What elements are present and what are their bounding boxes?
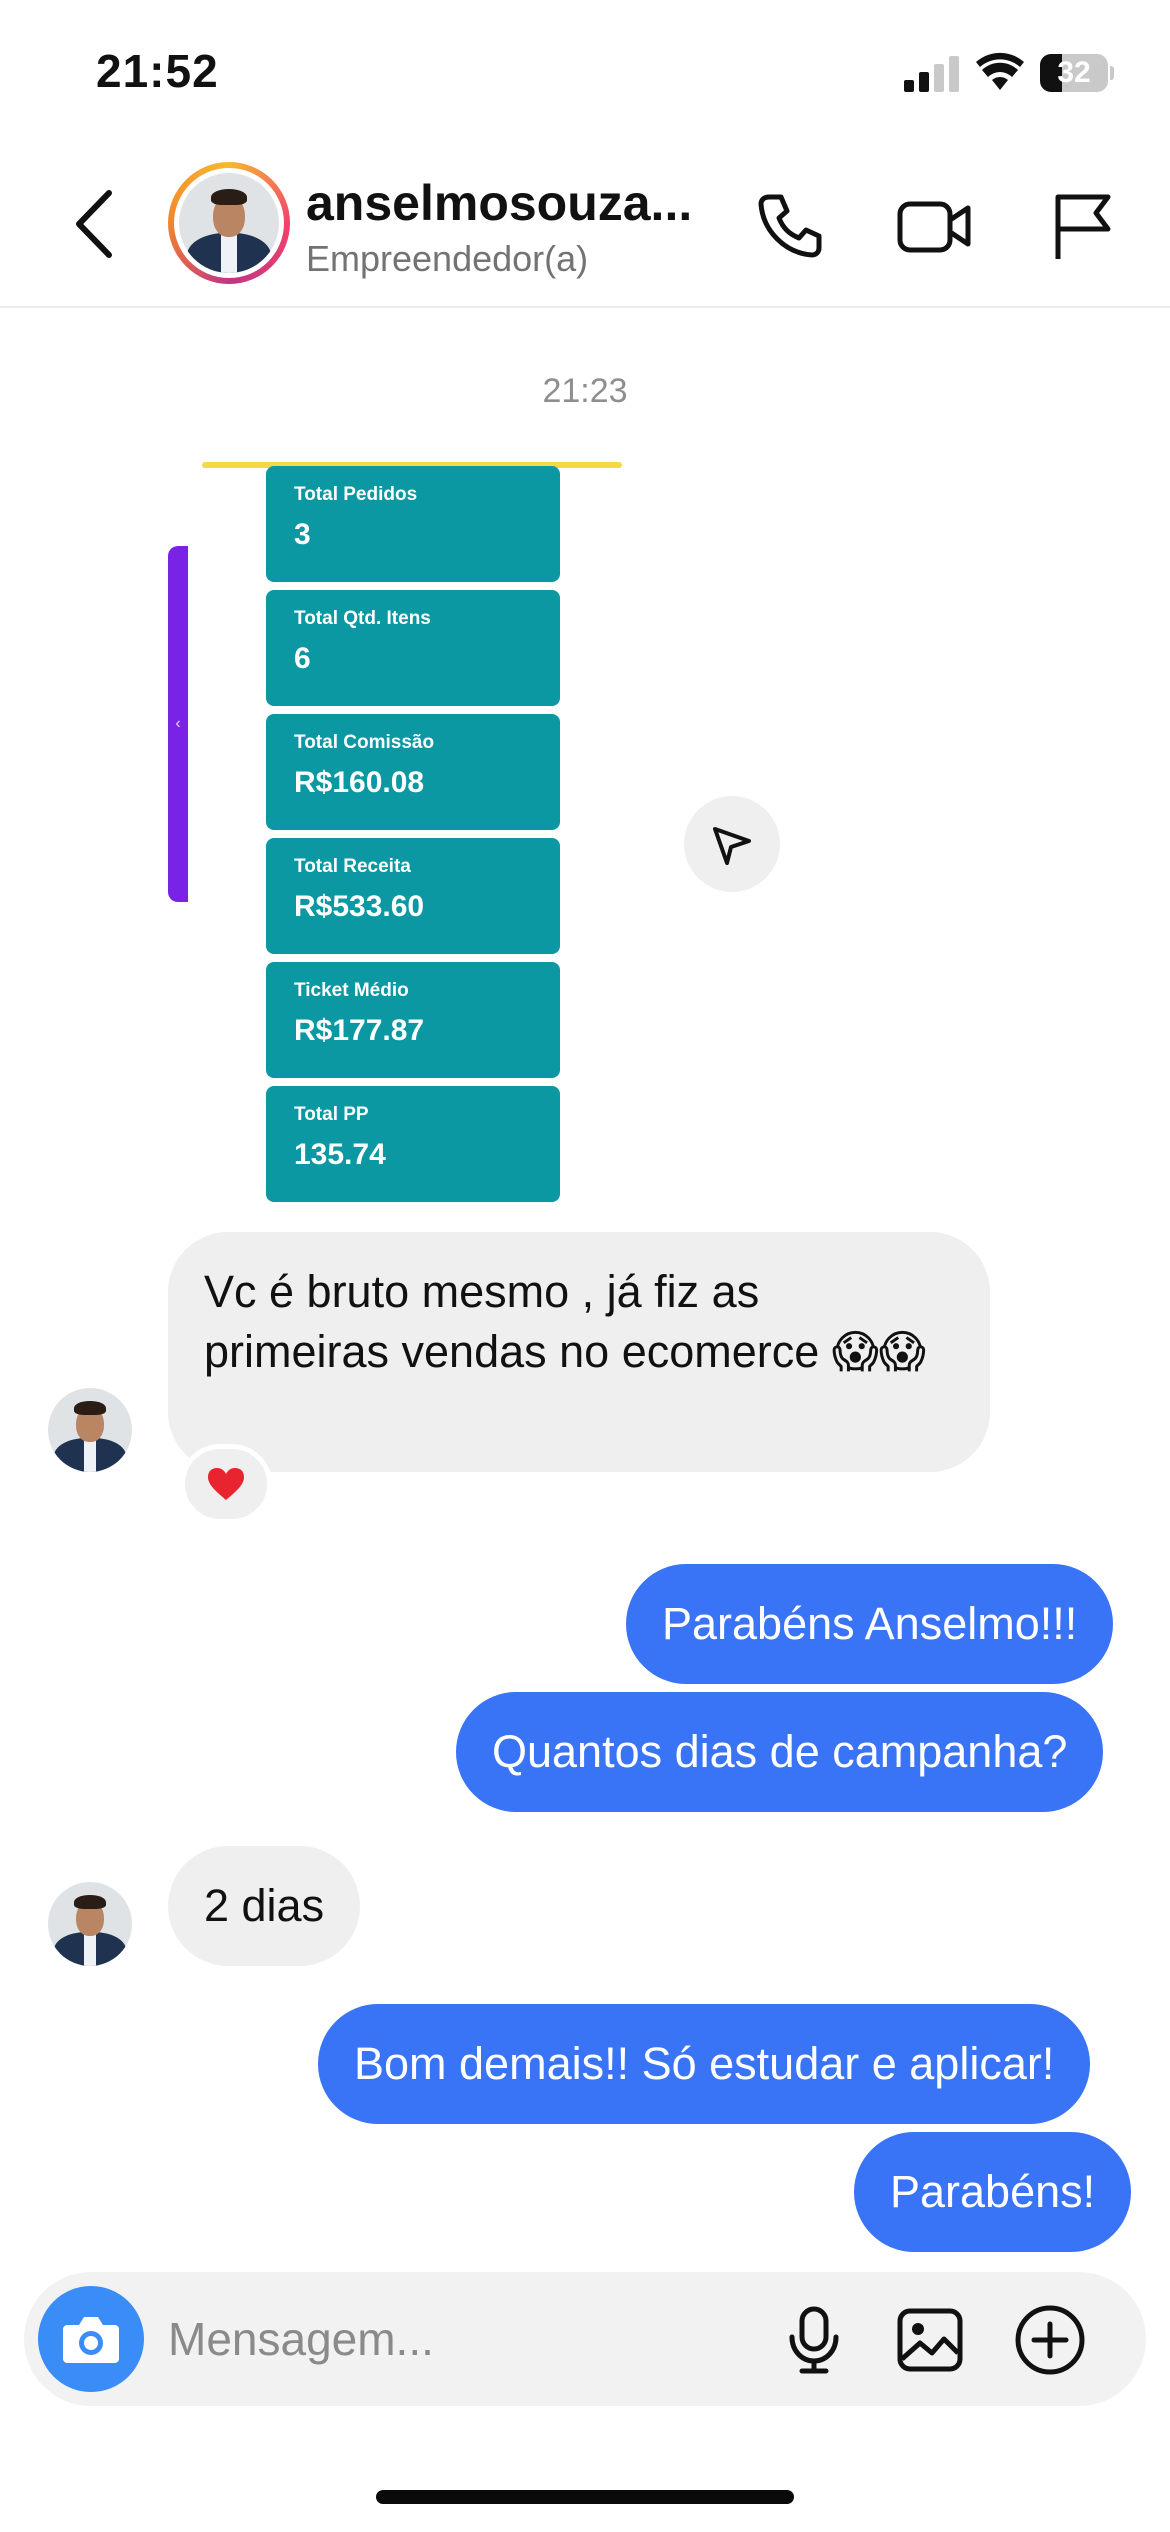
chat-timestamp: 21:23: [542, 372, 628, 410]
voice-message-button[interactable]: [772, 2298, 856, 2382]
camera-icon: [63, 2317, 119, 2363]
video-call-button[interactable]: [896, 188, 972, 264]
back-button[interactable]: [60, 184, 126, 264]
report-side-strip: ‹: [168, 546, 188, 902]
image-icon: [897, 2308, 963, 2372]
heart-icon: [208, 1468, 244, 1500]
report-card-value: R$533.60: [294, 890, 425, 923]
report-card-value: R$177.87: [294, 1014, 425, 1047]
call-button[interactable]: [752, 188, 828, 264]
send-icon: [713, 827, 751, 865]
battery-level: 32: [1057, 56, 1091, 89]
outgoing-message-bubble[interactable]: Quantos dias de campanha?: [456, 1692, 1104, 1812]
shared-report-image[interactable]: Total Pedidos 3 Total Qtd. Itens 6 Total…: [168, 462, 622, 1206]
sender-avatar[interactable]: [48, 1388, 132, 1472]
plus-circle-icon: [1015, 2305, 1085, 2375]
report-card-label: Total Qtd. Itens: [294, 608, 431, 629]
report-card: Total Receita R$533.60: [266, 838, 560, 954]
chevron-left-icon: [76, 190, 112, 258]
report-card: Total Comissão R$160.08: [266, 714, 560, 830]
report-card-label: Total Pedidos: [294, 484, 418, 505]
message-input[interactable]: [168, 2304, 788, 2374]
report-card-value: 135.74: [294, 1138, 386, 1171]
incoming-message-bubble[interactable]: 2 dias: [168, 1846, 361, 1966]
contact-avatar: [179, 173, 279, 273]
battery-indicator: 32: [1040, 54, 1114, 92]
home-indicator[interactable]: [376, 2490, 794, 2504]
more-options-button[interactable]: [1008, 2298, 1092, 2382]
outgoing-message-bubble[interactable]: Parabéns!: [854, 2132, 1132, 2252]
video-camera-icon: [897, 201, 971, 253]
microphone-icon: [789, 2306, 839, 2374]
report-card-label: Ticket Médio: [294, 980, 409, 1001]
report-card-value: R$160.08: [294, 766, 425, 799]
camera-button[interactable]: [38, 2286, 144, 2392]
report-card: Total Qtd. Itens 6: [266, 590, 560, 706]
report-card-value: 6: [294, 642, 311, 675]
contact-name[interactable]: anselmosouza...: [306, 174, 706, 232]
incoming-message-bubble[interactable]: Vc é bruto mesmo , já fiz as primeiras v…: [168, 1232, 990, 1472]
report-card: Total PP 135.74: [266, 1086, 560, 1202]
report-card: Ticket Médio R$177.87: [266, 962, 560, 1078]
sender-avatar[interactable]: [48, 1882, 132, 1966]
share-button[interactable]: [684, 796, 780, 892]
reaction-badge[interactable]: [180, 1444, 272, 1524]
flag-icon: [1055, 194, 1111, 259]
chat-header: anselmosouza... Empreendedor(a): [0, 140, 1170, 308]
phone-icon: [758, 194, 822, 258]
report-flag-button[interactable]: [1044, 188, 1120, 264]
report-card-label: Total PP: [294, 1104, 369, 1125]
message-composer: [24, 2272, 1146, 2406]
status-bar: 21:52 32: [0, 0, 1170, 140]
wifi-icon: [976, 52, 1024, 90]
contact-avatar-ring[interactable]: [168, 162, 290, 284]
cellular-signal-icon: [904, 56, 959, 92]
contact-subtitle: Empreendedor(a): [306, 238, 589, 279]
report-card: Total Pedidos 3: [266, 466, 560, 582]
status-time: 21:52: [96, 45, 219, 97]
outgoing-message-bubble[interactable]: Parabéns Anselmo!!!: [626, 1564, 1114, 1684]
report-card-label: Total Receita: [294, 856, 411, 877]
outgoing-message-bubble[interactable]: Bom demais!! Só estudar e aplicar!: [318, 2004, 1091, 2124]
report-card-value: 3: [294, 518, 311, 551]
gallery-button[interactable]: [888, 2298, 972, 2382]
report-card-label: Total Comissão: [294, 732, 435, 753]
